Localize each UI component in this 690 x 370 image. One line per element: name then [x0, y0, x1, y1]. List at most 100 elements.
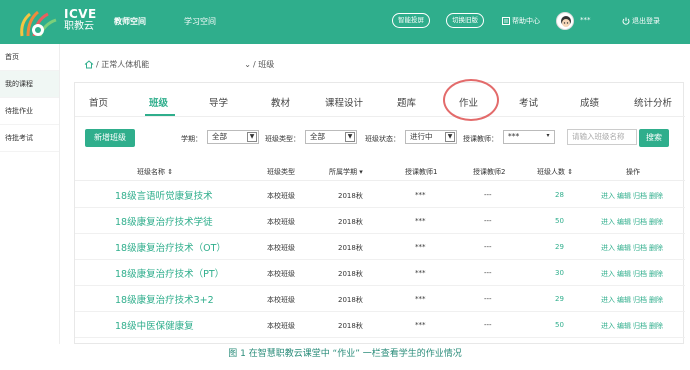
edit-link[interactable]: 编辑 — [617, 295, 631, 305]
term-cell: 2018秋 — [338, 192, 363, 200]
archive-link[interactable]: 归档 — [633, 295, 647, 305]
sort-down-icon: ▾ — [359, 168, 363, 176]
teacher1-cell: *** — [415, 295, 426, 303]
enter-link[interactable]: 进入 — [601, 269, 615, 279]
archive-link[interactable]: 归档 — [633, 269, 647, 279]
student-count-cell: 29 — [555, 243, 564, 251]
enter-link[interactable]: 进入 — [601, 243, 615, 253]
add-class-button[interactable]: 新增班级 — [85, 129, 135, 147]
class-status-select[interactable]: 进行中 ▼ — [405, 130, 457, 144]
th-class-name-label: 班级名称 — [137, 168, 165, 176]
teacher1-cell: *** — [415, 217, 426, 225]
delete-link[interactable]: 删除 — [649, 269, 663, 279]
figure-caption: 图 1 在智慧职教云课堂中 “作业” 一栏查看学生的作业情况 — [228, 349, 462, 359]
enter-link[interactable]: 进入 — [601, 321, 615, 331]
class-type-cell: 本校班级 — [267, 244, 295, 252]
teacher2-cell: --- — [484, 217, 492, 225]
home-icon[interactable] — [84, 60, 94, 69]
tab-grades[interactable]: 成绩 — [580, 95, 599, 109]
enter-link[interactable]: 进入 — [601, 217, 615, 227]
tab-question-bank[interactable]: 题库 — [397, 95, 416, 109]
sidebar-item-pending-homework[interactable]: 待批作业 — [0, 98, 59, 125]
class-type-cell: 本校班级 — [267, 218, 295, 226]
th-term[interactable]: 所属学期 ▾ — [329, 167, 363, 177]
sidebar-item-my-courses[interactable]: 我的课程 — [0, 71, 59, 98]
class-type-cell: 本校班级 — [267, 270, 295, 278]
tab-home[interactable]: 首页 — [89, 95, 108, 109]
tab-statistics[interactable]: 统计分析 — [634, 95, 672, 109]
term-select[interactable]: 全部 ▼ — [207, 130, 259, 144]
edit-link[interactable]: 编辑 — [617, 269, 631, 279]
delete-link[interactable]: 删除 — [649, 191, 663, 201]
class-name-link[interactable]: 18级中医保健康复 — [115, 318, 194, 332]
tab-guide[interactable]: 导学 — [209, 95, 228, 109]
th-student-count[interactable]: 班级人数 ⇕ — [537, 167, 573, 177]
sidebar-item-home[interactable]: 首页 — [0, 44, 59, 71]
tab-classes[interactable]: 班级 — [149, 95, 168, 109]
teacher1-cell: *** — [415, 321, 426, 329]
delete-link[interactable]: 删除 — [649, 321, 663, 331]
sidebar-item-pending-exams[interactable]: 待批考试 — [0, 125, 59, 152]
user-avatar-icon — [561, 16, 571, 27]
th-actions: 操作 — [626, 168, 640, 176]
archive-link[interactable]: 归档 — [633, 321, 647, 331]
teacher2-cell: --- — [484, 321, 492, 329]
th-term-label: 所属学期 — [329, 168, 357, 176]
switch-old-version-button[interactable]: 切换旧版 — [446, 13, 484, 28]
enter-link[interactable]: 进入 — [601, 191, 615, 201]
course-tabs: 首页 班级 导学 教材 课程设计 题库 作业 考试 成绩 统计分析 — [75, 79, 685, 121]
class-name-search-input[interactable]: 请输入班级名称 — [567, 129, 637, 145]
archive-link[interactable]: 归档 — [633, 243, 647, 253]
breadcrumb-course[interactable]: / 正常人体机能 — [96, 59, 149, 70]
archive-link[interactable]: 归档 — [633, 191, 647, 201]
help-center-link[interactable]: 帮助中心 — [502, 16, 540, 26]
class-type-cell: 本校班级 — [267, 296, 295, 304]
tab-exam[interactable]: 考试 — [519, 95, 538, 109]
class-type-select[interactable]: 全部 ▼ — [305, 130, 357, 144]
edit-link[interactable]: 编辑 — [617, 217, 631, 227]
teacher2-cell: --- — [484, 269, 492, 277]
th-class-name[interactable]: 班级名称 ⇕ — [137, 167, 173, 177]
logout-label: 退出登录 — [632, 17, 660, 25]
tab-textbook[interactable]: 教材 — [271, 95, 290, 109]
table-row: 18级康复治疗技术学徒 本校班级 2018秋 *** --- 50 进入 编辑 归档 删除 — [75, 208, 685, 234]
row-actions: 进入 编辑 归档 删除 — [601, 269, 663, 279]
enter-link[interactable]: 进入 — [601, 295, 615, 305]
breadcrumb: / 正常人体机能 ⌄ / 班级 — [84, 59, 274, 70]
active-tab-underline — [145, 114, 175, 116]
smart-cast-button[interactable]: 智能投屏 — [392, 13, 430, 28]
logo-text: ICVE 职教云 — [64, 8, 97, 32]
delete-link[interactable]: 删除 — [649, 217, 663, 227]
logo-en: ICVE — [64, 7, 97, 21]
student-count-cell: 50 — [555, 217, 564, 225]
nav-teacher-space[interactable]: 教师空间 — [114, 16, 146, 27]
term-cell: 2018秋 — [338, 296, 363, 304]
class-name-link[interactable]: 18级康复治疗技术（PT） — [115, 266, 224, 280]
delete-link[interactable]: 删除 — [649, 243, 663, 253]
class-type-label: 班级类型： — [265, 135, 300, 143]
term-cell: 2018秋 — [338, 218, 363, 226]
class-name-link[interactable]: 18级康复治疗技术（OT） — [115, 240, 226, 254]
student-count-cell: 30 — [555, 269, 564, 277]
tab-course-design[interactable]: 课程设计 — [325, 95, 363, 109]
edit-link[interactable]: 编辑 — [617, 191, 631, 201]
delete-link[interactable]: 删除 — [649, 295, 663, 305]
class-name-link[interactable]: 18级康复治疗技术学徒 — [115, 214, 213, 228]
edit-link[interactable]: 编辑 — [617, 243, 631, 253]
archive-link[interactable]: 归档 — [633, 217, 647, 227]
edit-link[interactable]: 编辑 — [617, 321, 631, 331]
chevron-down-icon[interactable]: ⌄ — [244, 60, 251, 69]
class-name-link[interactable]: 18级康复治疗技术3+2 — [115, 292, 214, 306]
teacher2-cell: --- — [484, 191, 492, 199]
teacher-select-value: *** — [508, 132, 520, 141]
nav-learning-space[interactable]: 学习空间 — [184, 16, 216, 27]
student-count-cell: 50 — [555, 321, 564, 329]
avatar[interactable] — [556, 12, 574, 30]
logout-link[interactable]: 退出登录 — [622, 16, 660, 26]
search-button[interactable]: 搜索 — [639, 129, 669, 147]
term-label: 学期： — [181, 135, 202, 143]
teacher-select[interactable]: *** ▾ — [503, 130, 555, 144]
user-name[interactable]: *** — [580, 16, 591, 24]
row-actions: 进入 编辑 归档 删除 — [601, 295, 663, 305]
class-name-link[interactable]: 18级言语听觉康复技术 — [115, 188, 213, 202]
